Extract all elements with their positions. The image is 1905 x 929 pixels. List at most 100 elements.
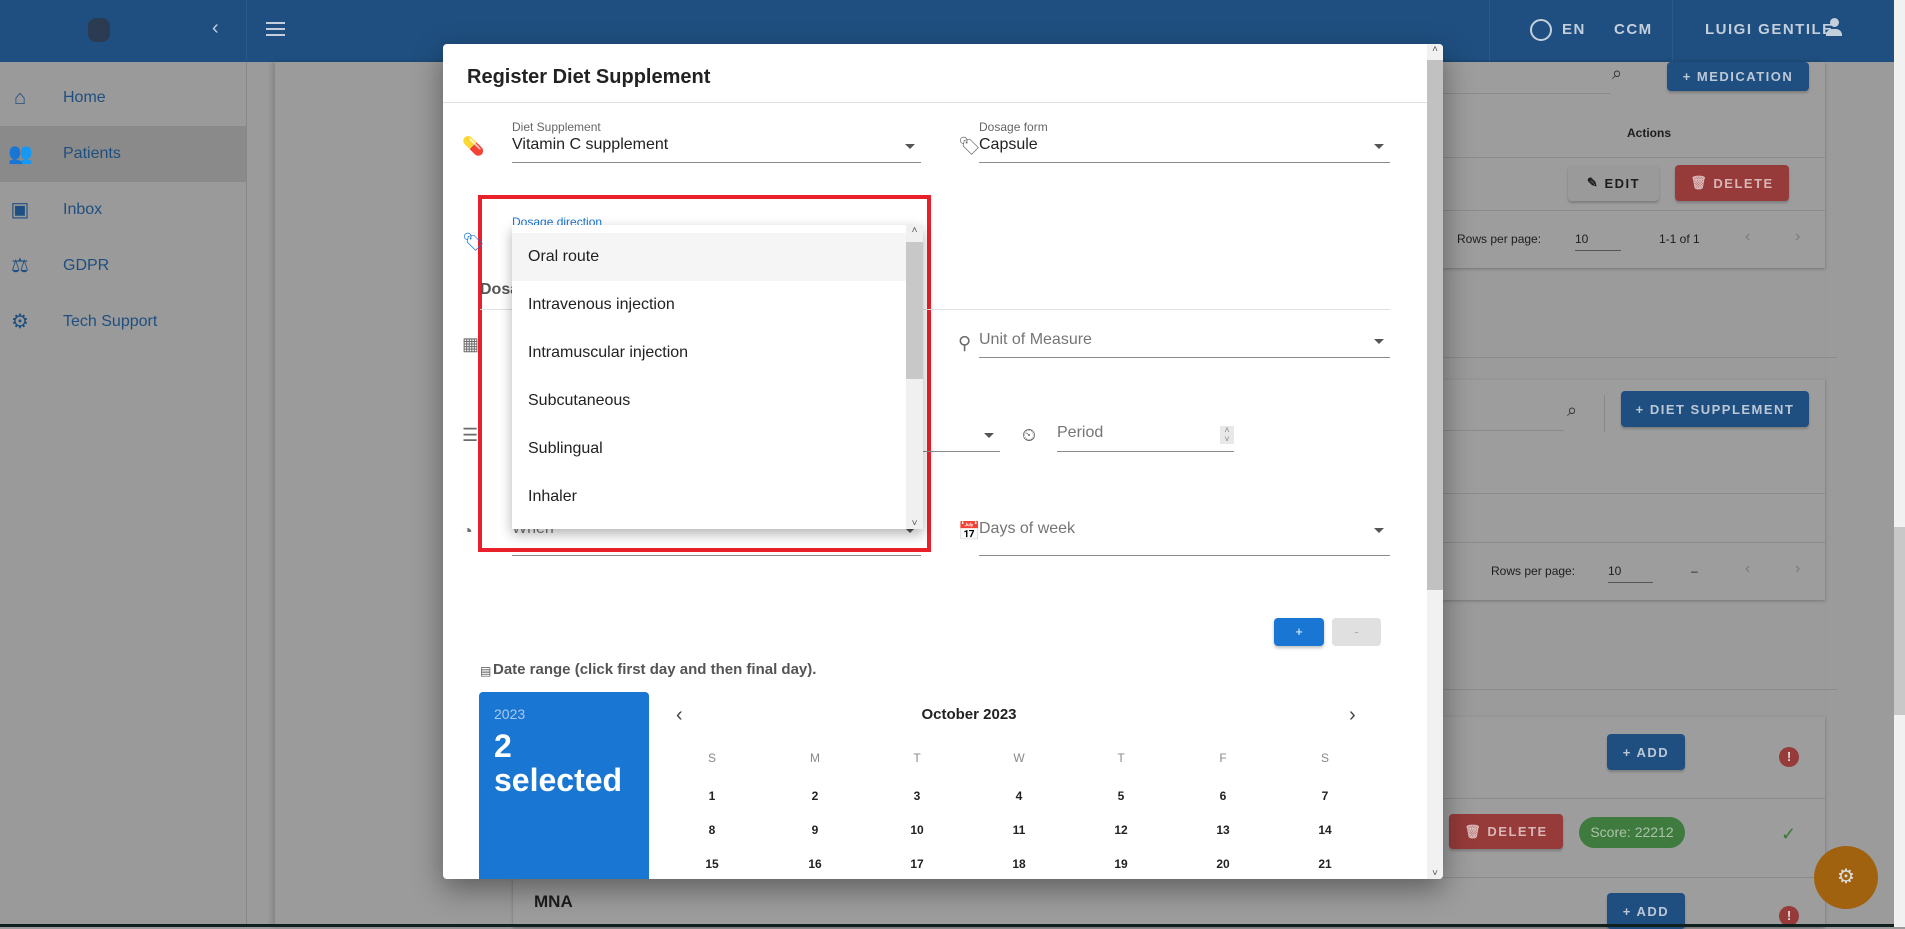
- calendar-day[interactable]: 9: [795, 823, 835, 837]
- user-menu[interactable]: LUIGI GENTILE: [1705, 21, 1834, 38]
- language-selector[interactable]: EN: [1562, 21, 1586, 38]
- dosage-form-icon: 🏷: [958, 136, 981, 156]
- month-title: October 2023: [921, 706, 1017, 723]
- dosage-form-select[interactable]: Capsule: [979, 136, 1390, 163]
- rows-per-page-select[interactable]: 10: [1608, 564, 1653, 583]
- calendar-day[interactable]: 10: [897, 823, 937, 837]
- sidebar-item-label: Inbox: [63, 201, 103, 218]
- globe-icon[interactable]: [1530, 19, 1552, 41]
- calendar-day[interactable]: 11: [999, 823, 1039, 837]
- add-medication-button[interactable]: + MEDICATION: [1667, 62, 1809, 91]
- search-icon[interactable]: ⌕: [1612, 63, 1622, 83]
- next-page-icon[interactable]: ›: [1795, 228, 1800, 246]
- collapse-sidebar-icon[interactable]: ‹: [212, 17, 219, 40]
- days-of-week-select[interactable]: Days of week: [979, 520, 1390, 556]
- weekday-header: S: [707, 751, 716, 765]
- people-icon: 👥: [8, 143, 33, 165]
- calendar-day[interactable]: 8: [692, 823, 732, 837]
- sidebar-item-inbox[interactable]: ▣ Inbox: [0, 182, 246, 238]
- account-icon[interactable]: [1826, 18, 1842, 40]
- sidebar-item-home[interactable]: ⌂ Home: [0, 70, 246, 126]
- weekday-header: S: [1320, 751, 1329, 765]
- edit-button[interactable]: ✎ EDIT: [1568, 165, 1659, 201]
- option-sublingual[interactable]: Sublingual: [512, 425, 906, 473]
- spinner-icon[interactable]: ˄ ˅: [1220, 426, 1234, 444]
- selected-year[interactable]: 2023: [494, 706, 525, 722]
- rows-per-page-label: Rows per page:: [1457, 232, 1542, 246]
- actions-header: Actions: [1627, 126, 1672, 140]
- dialog-scrollbar[interactable]: ˄ ˅: [1427, 44, 1443, 879]
- calendar-day[interactable]: 7: [1305, 789, 1345, 803]
- period-input[interactable]: Period ˄ ˅: [1057, 424, 1234, 452]
- calendar-icon: 📅: [958, 521, 981, 541]
- calendar-day[interactable]: 1: [692, 789, 732, 803]
- sidebar-item-patients[interactable]: 👥 Patients: [0, 126, 246, 182]
- pill-icon: 💊: [462, 136, 485, 156]
- calendar-day[interactable]: 6: [1203, 789, 1243, 803]
- inbox-icon: ▣: [10, 199, 30, 221]
- calendar-day[interactable]: 17: [897, 857, 937, 871]
- support-icon: ⚙: [1837, 866, 1855, 888]
- add-assessment-button[interactable]: + ADD: [1607, 734, 1685, 770]
- dosage-form-value: Capsule: [979, 136, 1038, 153]
- calendar-day[interactable]: 3: [897, 789, 937, 803]
- calendar-day[interactable]: 16: [795, 857, 835, 871]
- page-scrollbar[interactable]: [1894, 0, 1905, 927]
- calendar-day[interactable]: 2: [795, 789, 835, 803]
- selected-word: selected: [494, 762, 623, 798]
- prev-page-icon[interactable]: ‹: [1745, 560, 1750, 578]
- dropdown-arrow-icon: [1374, 528, 1384, 533]
- trash-icon: 🗑: [1464, 823, 1488, 839]
- option-inhaler[interactable]: Inhaler: [512, 473, 906, 521]
- selection-summary-panel: 2023 2 selected: [479, 692, 649, 879]
- option-intravenous-injection[interactable]: Intravenous injection: [512, 281, 906, 329]
- delete-assessment-button[interactable]: 🗑 DELETE: [1449, 814, 1563, 849]
- option-subcutaneous[interactable]: Subcutaneous: [512, 377, 906, 425]
- dosage-direction-icon: 🏷: [462, 232, 485, 252]
- sidebar-item-gdpr[interactable]: ⚖ GDPR: [0, 238, 246, 294]
- sidebar-item-tech-support[interactable]: ⚙ Tech Support: [0, 294, 246, 350]
- calendar-day[interactable]: 21: [1305, 857, 1345, 871]
- rows-per-page-label: Rows per page:: [1491, 564, 1576, 578]
- unit-of-measure-select[interactable]: Unit of Measure: [979, 331, 1390, 358]
- app-logo: [88, 18, 110, 42]
- diet-supplement-select[interactable]: Vitamin C supplement: [512, 136, 921, 163]
- option-oral-route[interactable]: Oral route: [512, 233, 906, 281]
- mna-title: MNA: [534, 892, 573, 911]
- tech-support-fab[interactable]: ⚙: [1814, 846, 1878, 909]
- calendar-day[interactable]: 4: [999, 789, 1039, 803]
- gavel-icon: ⚖: [11, 255, 29, 277]
- calendar-day[interactable]: 13: [1203, 823, 1243, 837]
- prev-page-icon[interactable]: ‹: [1745, 228, 1750, 246]
- calendar-day[interactable]: 12: [1101, 823, 1141, 837]
- calendar-day[interactable]: 18: [999, 857, 1039, 871]
- delete-button[interactable]: 🗑 DELETE: [1675, 165, 1789, 201]
- next-page-icon[interactable]: ›: [1795, 560, 1800, 578]
- org-label[interactable]: CCM: [1614, 21, 1653, 38]
- score-badge: Score: 22212: [1579, 817, 1685, 848]
- search-icon[interactable]: ⌕: [1567, 400, 1577, 420]
- weekday-header: F: [1219, 751, 1227, 765]
- menu-scrollbar[interactable]: ˄ ˅: [906, 225, 923, 529]
- dialog-title: Register Diet Supplement: [467, 66, 711, 88]
- calendar-day[interactable]: 14: [1305, 823, 1345, 837]
- prev-month-button[interactable]: ‹: [676, 704, 683, 727]
- alert-icon: !: [1779, 906, 1799, 926]
- calendar-day[interactable]: 5: [1101, 789, 1141, 803]
- rows-per-page-select[interactable]: 10: [1575, 232, 1621, 251]
- days-of-week-placeholder: Days of week: [979, 520, 1076, 537]
- next-month-button[interactable]: ›: [1349, 704, 1356, 727]
- unit-search-icon: ⚲: [958, 333, 972, 353]
- remove-schedule-button[interactable]: -: [1332, 618, 1381, 646]
- calendar-day[interactable]: 15: [692, 857, 732, 871]
- calendar-day[interactable]: 20: [1203, 857, 1243, 871]
- pagination-range: 1-1 of 1: [1659, 232, 1700, 246]
- calendar-day[interactable]: 19: [1101, 857, 1141, 871]
- add-diet-supplement-button[interactable]: + DIET SUPPLEMENT: [1621, 391, 1809, 427]
- menu-icon[interactable]: [266, 22, 285, 36]
- add-schedule-button[interactable]: +: [1274, 618, 1324, 646]
- dropdown-arrow-icon: [984, 433, 994, 438]
- option-intramuscular-injection[interactable]: Intramuscular injection: [512, 329, 906, 377]
- sidebar-item-label: Patients: [63, 145, 121, 162]
- diet-supplement-label: Diet Supplement: [512, 120, 601, 134]
